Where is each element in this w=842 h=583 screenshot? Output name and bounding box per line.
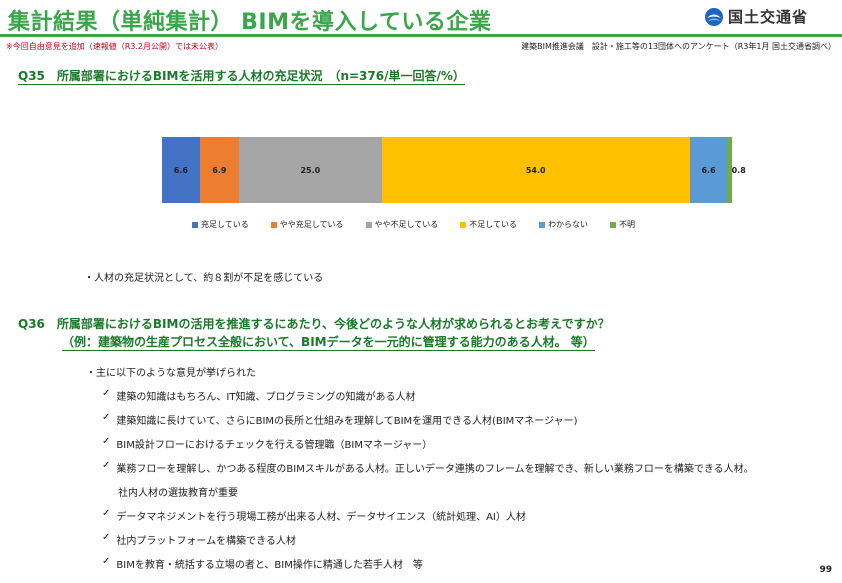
data-label: 6.6 — [173, 165, 188, 175]
data-label: 6.6 — [701, 165, 716, 175]
list-item: ✓ 建築の知識はもちろん、IT知識、プログラミングの知識がある人材 — [102, 388, 416, 403]
legend-label: 不明 — [619, 220, 636, 229]
check-icon: ✓ — [102, 436, 111, 447]
stacked-bar-chart: 6.6 6.9 25.0 54.0 6.6 0.8 — [162, 137, 746, 203]
list-item: ✓ 建築知識に長けていて、さらにBIMの長所と仕組みを理解してBIMを運用できる人… — [102, 412, 578, 427]
legend-entry: やや不足している — [365, 219, 439, 230]
title-rule — [0, 34, 842, 37]
list-item: ✓ データマネジメントを行う現場工務が出来る人材、データサイエンス（統計処理、AI… — [102, 508, 526, 523]
bar-segment-2: 6.9 — [199, 137, 240, 203]
legend-label: 不足している — [469, 220, 518, 229]
bar-segment-1: 6.6 — [162, 137, 200, 203]
list-item: ✓ 社内プラットフォームを構築できる人材 — [102, 532, 296, 547]
legend-entry: 充足している — [192, 219, 249, 230]
q35-summary: ・人材の充足状況として、約８割が不足を感じている — [84, 273, 324, 284]
legend-swatch — [270, 221, 277, 228]
q36-heading: Q36 所属部署におけるBIMの活用を推進するにあたり、今後どのような人材が求め… — [18, 317, 610, 331]
legend-swatch — [460, 221, 467, 228]
legend-swatch — [539, 221, 546, 228]
chart-legend: 充足している やや充足している やや不足している 不足している わからない 不明 — [192, 219, 635, 230]
check-icon: ✓ — [102, 388, 111, 399]
legend-entry: やや充足している — [270, 219, 344, 230]
check-icon: ✓ — [102, 412, 111, 423]
list-item: ✓ 業務フローを理解し、かつある程度のBIMスキルがある人材。正しいデータ連携のフ… — [102, 460, 754, 475]
check-icon: ✓ — [102, 532, 111, 543]
header-note: ※今回自由意見を追加（速報値（R3.2月公開）では未公表） — [6, 42, 223, 51]
legend-label: やや不足している — [374, 220, 439, 229]
list-item: ✓ BIM設計フローにおけるチェックを行える管理職（BIMマネージャー） — [102, 436, 433, 451]
check-icon: ✓ — [102, 508, 111, 519]
legend-swatch — [192, 221, 198, 228]
mlit-logo: 国土交通省 — [704, 6, 808, 27]
bar-segment-5: 6.6 — [689, 137, 728, 203]
page-number: 99 — [819, 565, 832, 575]
mlit-emblem-icon — [705, 7, 723, 26]
data-label: 25.0 — [300, 165, 321, 175]
legend-label: 充足している — [201, 220, 249, 229]
q35-heading: Q35 所属部署におけるBIMを活用する人材の充足状況 （n=376/単一回答/… — [18, 69, 465, 85]
page-title: 集計結果（単純集計） BIMを導入している企業 — [8, 10, 492, 35]
list-item: ✓ BIMを教育・統括する立場の者と、BIM操作に精通した若手人材 等 — [102, 556, 423, 571]
legend-label: わからない — [548, 220, 589, 229]
legend-entry: わからない — [539, 219, 588, 230]
legend-entry: 不明 — [610, 219, 635, 230]
legend-swatch — [365, 221, 372, 228]
bar-segment-6: 0.8 — [727, 137, 746, 203]
data-label: 6.9 — [212, 165, 227, 175]
logo-text: 国土交通省 — [728, 8, 809, 26]
survey-source: 建築BIM推進会議 設計・施工等の13団体へのアンケート（R3年1月 国土交通省… — [521, 42, 836, 51]
legend-label: やや充足している — [279, 220, 344, 229]
check-icon: ✓ — [102, 556, 111, 567]
q36-example: （例：建築物の生産プロセス全般において、BIMデータを一元的に管理する能力のある… — [62, 335, 595, 351]
bar-segment-4: 54.0 — [381, 137, 690, 203]
q36-intro: ・主に以下のような意見が挙げられた — [86, 368, 256, 379]
legend-swatch — [610, 221, 617, 228]
check-icon: ✓ — [102, 460, 111, 471]
data-label: 0.8 — [731, 165, 746, 175]
bar-segment-3: 25.0 — [239, 137, 382, 203]
data-label: 54.0 — [525, 165, 546, 175]
legend-entry: 不足している — [460, 219, 517, 230]
list-item-continuation: 社内人材の選抜教育が重要 — [118, 488, 238, 499]
